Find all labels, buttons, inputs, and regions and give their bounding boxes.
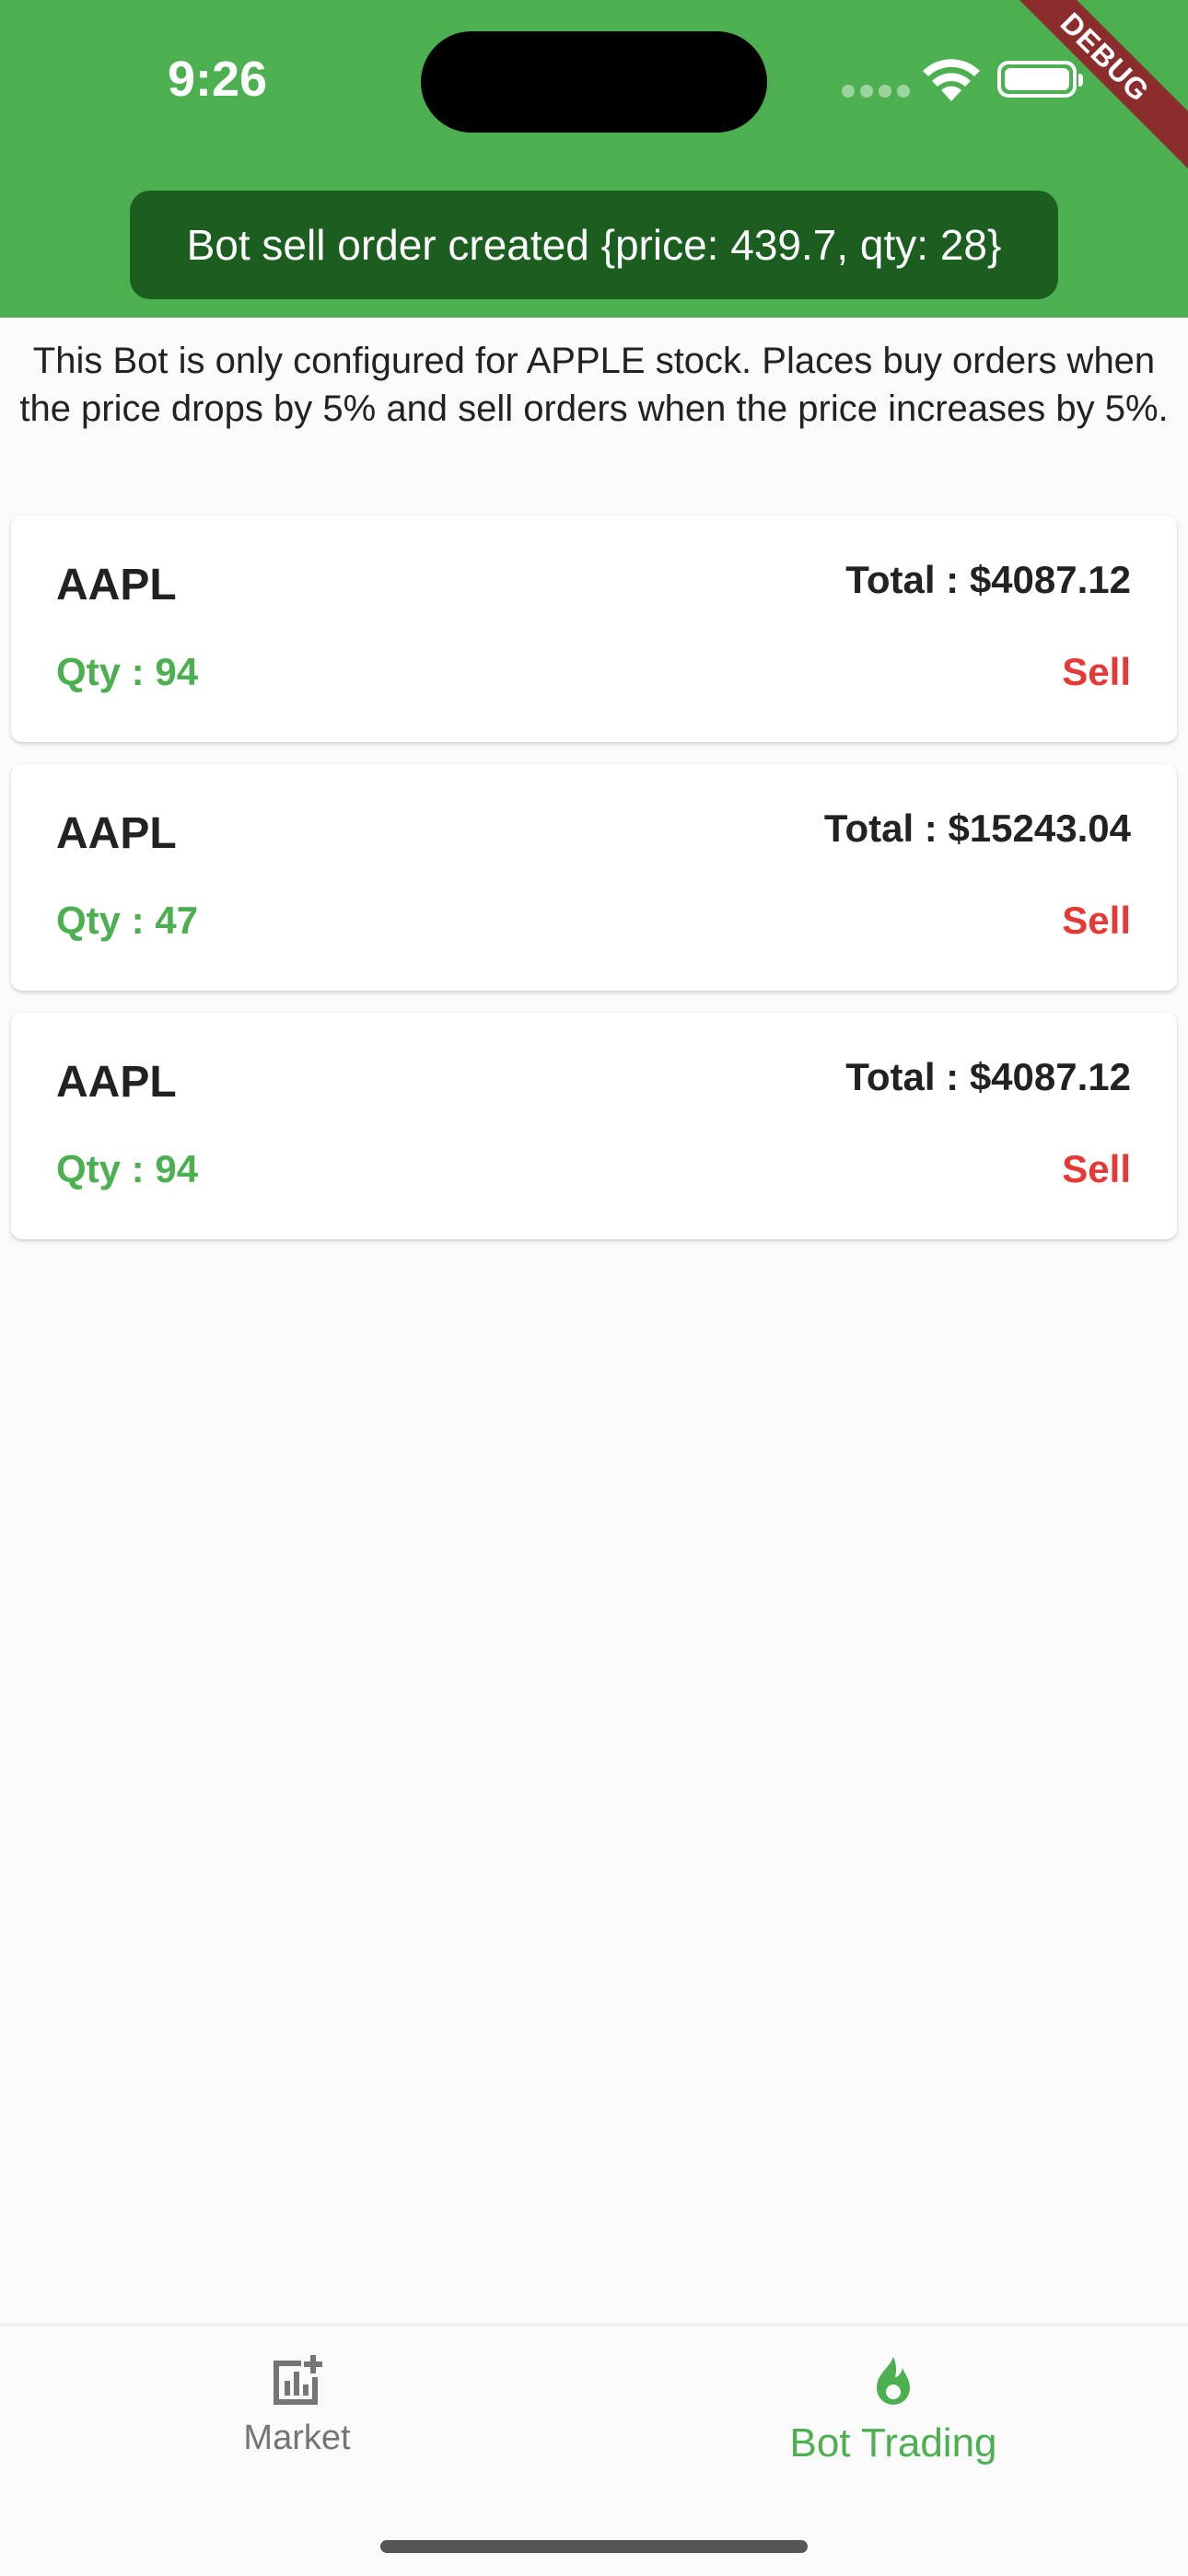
flame-icon (755, 2353, 1031, 2415)
order-toast: Bot sell order created {price: 439.7, qt… (130, 191, 1058, 299)
cellular-signal-icon (842, 85, 915, 102)
order-card[interactable]: AAPL Total : $4087.12 Qty : 94 Sell (11, 516, 1177, 742)
order-symbol: AAPL (56, 809, 177, 858)
order-symbol: AAPL (56, 1058, 177, 1107)
battery-icon (997, 61, 1083, 98)
order-qty: Qty : 94 (56, 1147, 199, 1190)
nav-label-market: Market (243, 2419, 351, 2457)
chart-add-icon (207, 2353, 387, 2413)
nav-item-market[interactable]: Market (207, 2353, 387, 2458)
bottom-navigation: Market Bot Trading (0, 2324, 1188, 2576)
wifi-icon (921, 57, 982, 108)
status-time: 9:26 (168, 52, 268, 107)
order-qty: Qty : 94 (56, 650, 199, 693)
order-total: Total : $4087.12 (845, 558, 1131, 601)
order-action: Sell (1062, 899, 1131, 942)
order-action: Sell (1062, 1147, 1131, 1190)
dynamic-island (421, 31, 767, 133)
nav-label-bot-trading: Bot Trading (789, 2420, 997, 2466)
order-total: Total : $4087.12 (845, 1055, 1131, 1098)
order-card[interactable]: AAPL Total : $15243.04 Qty : 47 Sell (11, 764, 1177, 991)
order-symbol: AAPL (56, 561, 177, 609)
order-action: Sell (1062, 650, 1131, 693)
bot-description: This Bot is only configured for APPLE st… (19, 341, 1169, 429)
app-header: 9:26 DEBUG Bot sell order created {price… (0, 0, 1188, 318)
order-total: Total : $15243.04 (823, 806, 1131, 850)
order-card[interactable]: AAPL Total : $4087.12 Qty : 94 Sell (11, 1013, 1177, 1239)
home-indicator[interactable] (380, 2540, 808, 2553)
order-qty: Qty : 47 (56, 899, 199, 942)
nav-item-bot-trading[interactable]: Bot Trading (755, 2353, 1031, 2466)
